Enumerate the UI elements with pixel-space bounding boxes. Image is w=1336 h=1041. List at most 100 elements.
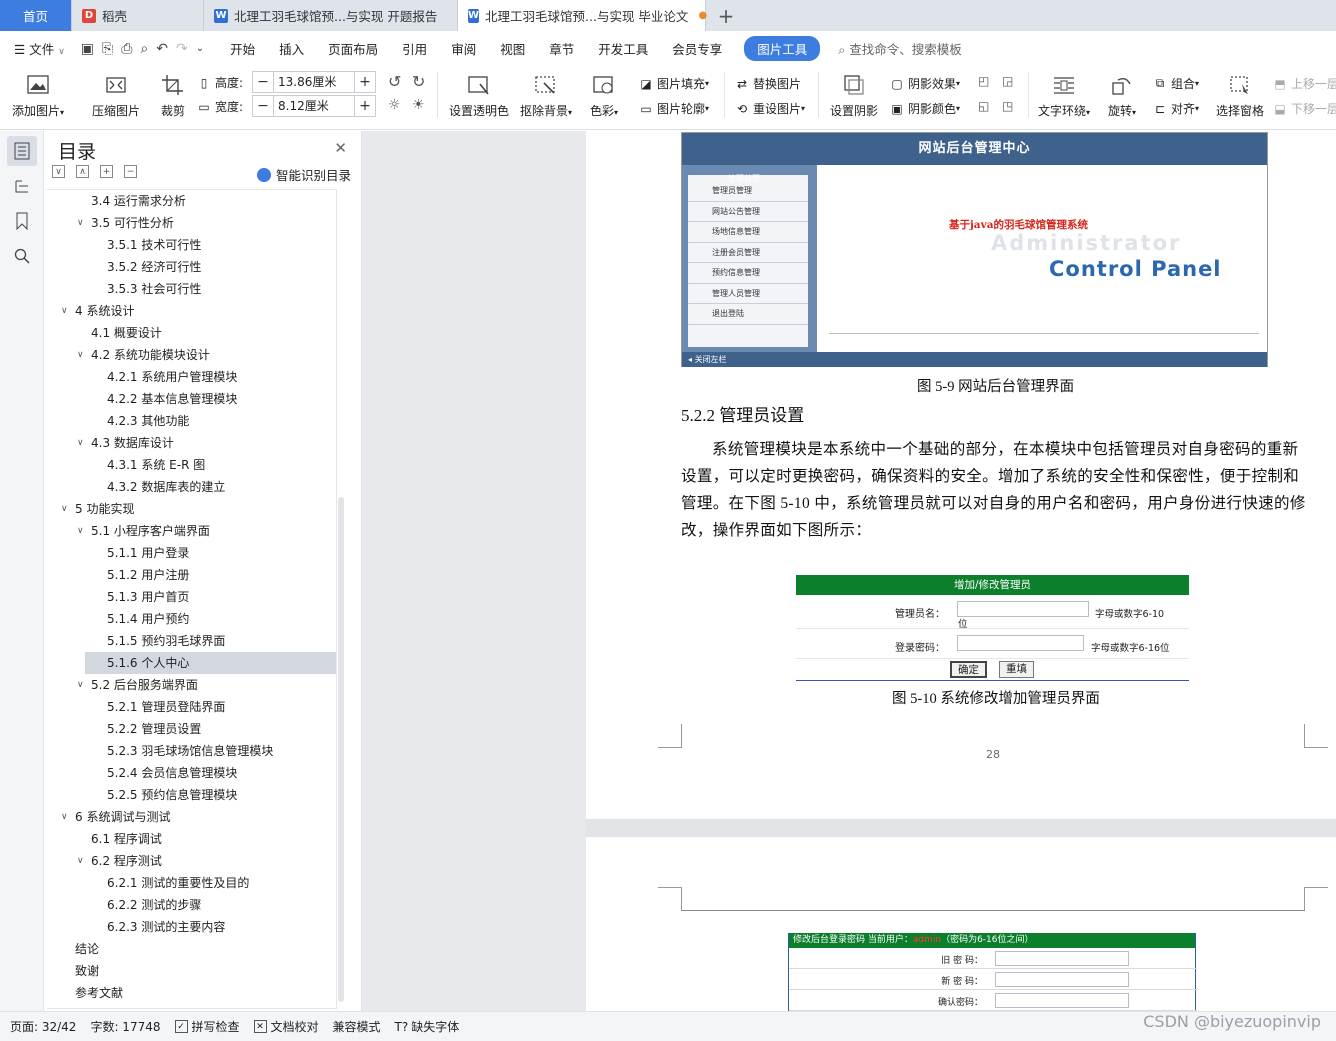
toc-item[interactable]: 6.1 程序调试 <box>47 828 336 850</box>
chevron-down-icon[interactable]: ∨ <box>77 850 84 872</box>
toc-item[interactable]: ∨ 3.5 可行性分析 <box>47 212 336 234</box>
unsaved-dot-icon[interactable]: ● <box>698 10 707 21</box>
collapse-all-icon[interactable]: ∨ <box>52 165 65 178</box>
rotate-button[interactable]: 旋转▾ <box>1108 72 1136 119</box>
toc-item[interactable]: 5.2.2 管理员设置 <box>47 718 336 740</box>
move-up-button[interactable]: ⬒ 上移一层 <box>1272 75 1336 92</box>
search-icon[interactable] <box>7 241 37 271</box>
file-menu[interactable]: ☰ 文件 ∨ <box>0 39 77 58</box>
menu-section[interactable]: 章节 <box>537 39 586 58</box>
chevron-down-icon[interactable]: ∨ <box>77 344 84 366</box>
toc-item[interactable]: 3.5.1 技术可行性 <box>47 234 336 256</box>
toc-item[interactable]: ∨ 4.2 系统功能模块设计 <box>47 344 336 366</box>
toc-item[interactable]: ∨ 4 系统设计 <box>47 300 336 322</box>
toc-item[interactable]: 4.1 概要设计 <box>47 322 336 344</box>
selection-pane-button[interactable]: 选择窗格 <box>1216 72 1264 119</box>
shadow-offset-left-icon[interactable]: ◱ <box>978 99 989 113</box>
replace-picture-button[interactable]: ⇄ 替换图片 <box>734 75 801 92</box>
toc-item[interactable]: 4.2.1 系统用户管理模块 <box>47 366 336 388</box>
figure-admin-form[interactable]: 增加/修改管理员 管理员名： 字母或数字6-10 位 登录密码： 字母或数字6-… <box>796 575 1189 681</box>
toc-item[interactable]: ∨ 6.2 程序测试 <box>47 850 336 872</box>
height-field[interactable]: − 13.86厘米 + <box>252 71 376 93</box>
old-password-input[interactable] <box>995 951 1129 966</box>
toc-item[interactable]: 结论 <box>47 938 336 960</box>
toc-item[interactable]: ∨ 6 系统调试与测试 <box>47 806 336 828</box>
height-decrease-button[interactable]: − <box>253 74 273 90</box>
print-icon[interactable]: ⎙ <box>117 41 136 57</box>
chevron-down-icon[interactable]: ∨ <box>61 806 68 828</box>
confirm-button[interactable]: 确定 <box>950 661 987 678</box>
rotate-right-icon[interactable]: ↻ <box>412 72 425 91</box>
toc-item[interactable]: 5.2.1 管理员登陆界面 <box>47 696 336 718</box>
chevron-down-icon[interactable]: ∨ <box>77 432 84 454</box>
group-button[interactable]: ⧉ 组合 ▾ <box>1152 75 1199 92</box>
width-increase-button[interactable]: + <box>355 98 375 114</box>
toc-item[interactable]: 6.2.2 测试的步骤 <box>47 894 336 916</box>
toc-item[interactable]: 5.2.3 羽毛球场馆信息管理模块 <box>47 740 336 762</box>
shadow-color-button[interactable]: ▣ 阴影颜色 ▾ <box>889 100 960 117</box>
export-icon[interactable]: ⎘ <box>98 41 117 57</box>
add-picture-button[interactable]: 添加图片▾ <box>12 72 64 119</box>
compress-picture-button[interactable]: 压缩图片 <box>92 72 140 119</box>
align-button[interactable]: ⊏ 对齐 ▾ <box>1152 100 1199 117</box>
page-indicator[interactable]: 页面: 32/42 <box>10 1018 76 1035</box>
figure-admin-panel[interactable]: 网站后台管理中心 管理首页 管理员管理 网站公告管理 场地信息管理 注册会员管理… <box>681 132 1268 367</box>
chevron-down-icon[interactable]: ∨ <box>77 520 84 542</box>
toc-item[interactable]: 致谢 <box>47 960 336 982</box>
menu-layout[interactable]: 页面布局 <box>316 39 390 58</box>
toc-item[interactable]: 5.1.4 用户预约 <box>47 608 336 630</box>
toc-item[interactable]: 5.2.5 预约信息管理模块 <box>47 784 336 806</box>
remove-background-button[interactable]: 抠除背景▾ <box>520 72 572 119</box>
color-button[interactable]: 色彩▾ <box>590 72 618 119</box>
chapter-nav-icon[interactable] <box>7 171 37 201</box>
menu-review[interactable]: 审阅 <box>439 39 488 58</box>
add-entry-icon[interactable]: + <box>100 165 113 178</box>
transparent-color-button[interactable]: 设置透明色 <box>449 72 509 119</box>
missing-font-button[interactable]: T? 缺失字体 <box>395 1018 460 1035</box>
set-shadow-button[interactable]: 设置阴影 <box>830 72 878 119</box>
menu-member[interactable]: 会员专享 <box>660 39 734 58</box>
picture-outline-button[interactable]: ▭ 图片轮廓 ▾ <box>638 100 709 117</box>
toc-item[interactable]: 4.2.3 其他功能 <box>47 410 336 432</box>
remove-entry-icon[interactable]: − <box>124 165 137 178</box>
word-count[interactable]: 字数: 17748 <box>90 1018 160 1035</box>
toc-item[interactable]: 4.3.1 系统 E-R 图 <box>47 454 336 476</box>
menu-picture-tools[interactable]: 图片工具 <box>744 36 821 61</box>
name-input[interactable] <box>957 601 1089 617</box>
undo-icon[interactable]: ↶ <box>152 41 172 57</box>
width-decrease-button[interactable]: − <box>253 98 273 114</box>
toc-item[interactable]: ∨ 5.2 后台服务端界面 <box>47 674 336 696</box>
close-icon[interactable]: ✕ <box>334 139 347 157</box>
confirm-password-input[interactable] <box>995 993 1129 1008</box>
print-preview-icon[interactable]: ⌕ <box>136 41 152 57</box>
menu-insert[interactable]: 插入 <box>267 39 316 58</box>
redo-icon[interactable]: ↷ <box>172 41 192 57</box>
proofread-button[interactable]: ✕ 文档校对 <box>253 1018 319 1035</box>
reset-picture-button[interactable]: ⟲ 重设图片 ▾ <box>734 100 805 117</box>
chevron-down-icon[interactable]: ∨ <box>77 212 84 234</box>
brightness-up-icon[interactable]: ☼ <box>388 97 401 113</box>
toc-item[interactable]: 5.1.5 预约羽毛球界面 <box>47 630 336 652</box>
menu-view[interactable]: 视图 <box>488 39 537 58</box>
toc-item[interactable]: 5.1.1 用户登录 <box>47 542 336 564</box>
toc-item[interactable]: 4.2.2 基本信息管理模块 <box>47 388 336 410</box>
menu-developer[interactable]: 开发工具 <box>586 39 660 58</box>
toc-item[interactable]: 3.5.2 经济可行性 <box>47 256 336 278</box>
toc-item[interactable]: 参考文献 <box>47 982 336 1004</box>
reset-button[interactable]: 重填 <box>999 661 1034 678</box>
tab-home[interactable]: 首页 <box>0 0 72 31</box>
toc-item[interactable]: 3.4 运行需求分析 <box>47 190 336 212</box>
toc-panel-icon[interactable] <box>7 136 37 166</box>
compat-mode[interactable]: 兼容模式 <box>333 1018 381 1035</box>
figure-change-password[interactable]: 修改后台登录密码 当前用户：admin（密码为6-16位之间） 旧 密 码： 新… <box>788 933 1197 1013</box>
chevron-down-icon[interactable]: ∨ <box>77 674 84 696</box>
toc-item[interactable]: ∨ 4.3 数据库设计 <box>47 432 336 454</box>
tab-docer[interactable]: D 稻壳 <box>72 0 204 31</box>
shadow-offset-down-icon[interactable]: ◲ <box>1002 74 1013 88</box>
spell-check-toggle[interactable]: ✓ 拼写检查 <box>174 1018 240 1035</box>
menu-reference[interactable]: 引用 <box>390 39 439 58</box>
height-value[interactable]: 13.86厘米 <box>273 72 355 92</box>
menu-start[interactable]: 开始 <box>218 39 267 58</box>
toc-item[interactable]: 5.1.2 用户注册 <box>47 564 336 586</box>
smart-toc-button[interactable]: 智能识别目录 <box>256 165 351 184</box>
